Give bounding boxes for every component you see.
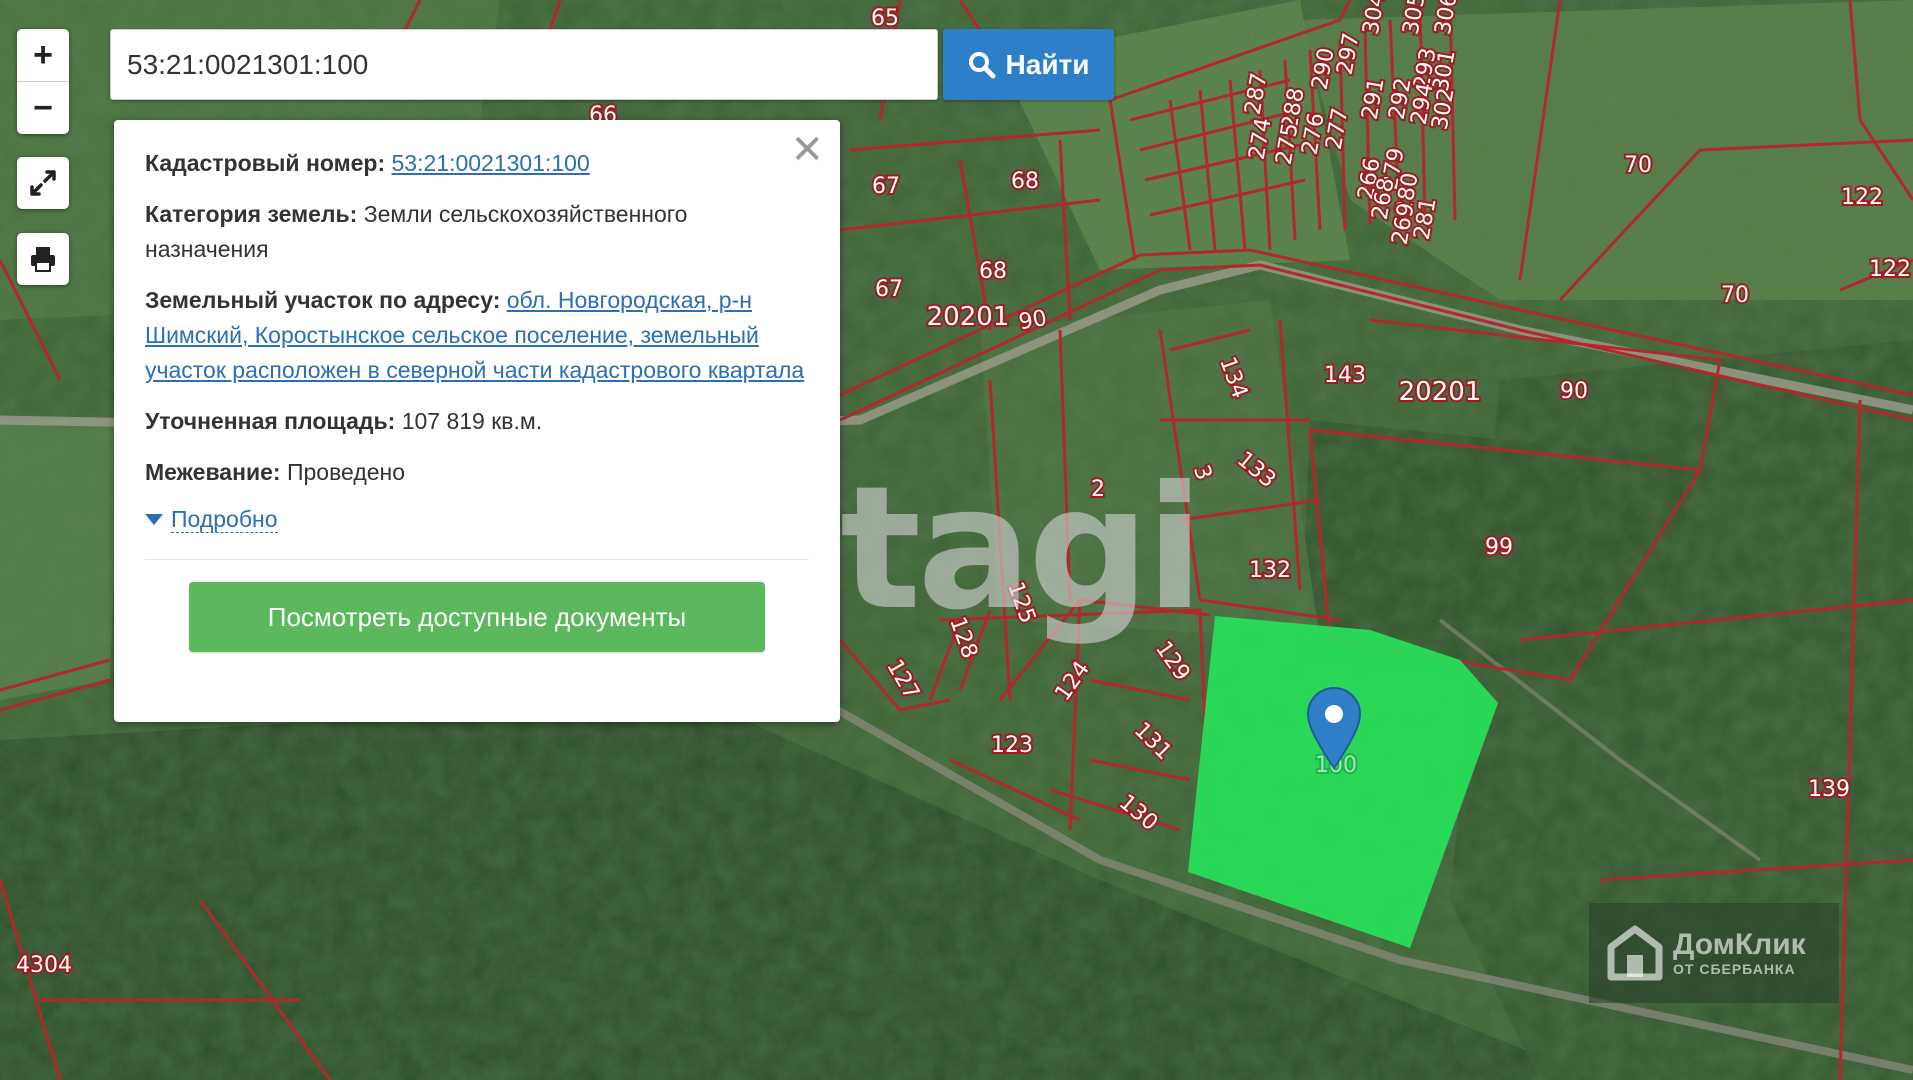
- domclick-logo: ДомКлик ОТ СБЕРБАНКА: [1589, 903, 1839, 1003]
- cadastral-number-row: Кадастровый номер: 53:21:0021301:100: [145, 146, 809, 181]
- area-label: Уточненная площадь:: [145, 408, 396, 434]
- house-logo-icon: [1607, 925, 1663, 981]
- parcel-label: 70: [1721, 283, 1749, 308]
- find-button-label: Найти: [1005, 48, 1090, 80]
- expand-icon: [30, 170, 56, 196]
- fullscreen-control: [17, 157, 69, 209]
- address-label: Земельный участок по адресу:: [145, 287, 501, 313]
- parcel-label: 139: [1808, 777, 1850, 802]
- print-control: [17, 233, 69, 285]
- parcel-label: 4304: [16, 953, 72, 978]
- details-toggle[interactable]: Подробно: [145, 506, 809, 533]
- brand-tagline: ОТ СБЕРБАНКА: [1673, 961, 1796, 977]
- view-documents-button[interactable]: Посмотреть доступные документы: [189, 582, 765, 652]
- cadastral-number-label: Кадастровый номер:: [145, 150, 386, 176]
- parcel-label: 122: [1841, 185, 1883, 210]
- survey-label: Межевание:: [145, 459, 281, 485]
- area-row: Уточненная площадь: 107 819 кв.м.: [145, 404, 809, 439]
- parcel-label: 20201: [927, 302, 1010, 332]
- parcel-label: 67: [875, 277, 903, 302]
- parcel-label: 90: [1017, 306, 1049, 335]
- parcel-label: 122: [1869, 257, 1911, 282]
- parcel-label: 68: [1011, 169, 1039, 194]
- parcel-label: 90: [1560, 379, 1588, 404]
- parcel-label: 20201: [1399, 377, 1482, 407]
- zoom-out-button[interactable]: −: [17, 81, 69, 134]
- find-button[interactable]: Найти: [943, 29, 1114, 100]
- parcel-label: 68: [979, 259, 1007, 284]
- area-value: 107 819 кв.м.: [401, 408, 543, 434]
- parcel-label: 143: [1324, 363, 1366, 388]
- parcel-label: 99: [1485, 535, 1513, 560]
- cadastral-number-link[interactable]: 53:21:0021301:100: [392, 150, 590, 176]
- parcel-info-popup: ✕ Кадастровый номер: 53:21:0021301:100 К…: [114, 120, 840, 722]
- details-label: Подробно: [171, 506, 278, 533]
- survey-value: Проведено: [286, 459, 406, 485]
- watermark-text: tagi: [840, 450, 1204, 648]
- search-box: [110, 29, 938, 100]
- parcel-label: 65: [871, 6, 899, 31]
- print-button[interactable]: [17, 233, 69, 285]
- land-category-row: Категория земель: Земли сельскохозяйстве…: [145, 197, 809, 267]
- zoom-control: + −: [17, 29, 69, 134]
- address-row: Земельный участок по адресу: обл. Новгор…: [145, 283, 809, 388]
- search-input[interactable]: [111, 30, 937, 99]
- land-category-label: Категория земель:: [145, 201, 358, 227]
- fullscreen-button[interactable]: [17, 157, 69, 209]
- printer-icon: [31, 247, 55, 272]
- survey-row: Межевание: Проведено: [145, 455, 809, 490]
- brand-name: ДомКлик: [1673, 928, 1806, 961]
- search-icon: [968, 51, 996, 78]
- zoom-in-button[interactable]: +: [17, 29, 69, 81]
- parcel-label: 70: [1624, 153, 1652, 178]
- parcel-label: 132: [1249, 558, 1291, 583]
- triangle-down-icon: [145, 513, 163, 525]
- parcel-label: 67: [872, 174, 900, 199]
- parcel-label: 123: [991, 733, 1033, 758]
- close-icon[interactable]: ✕: [790, 130, 824, 170]
- popup-divider: [145, 559, 809, 560]
